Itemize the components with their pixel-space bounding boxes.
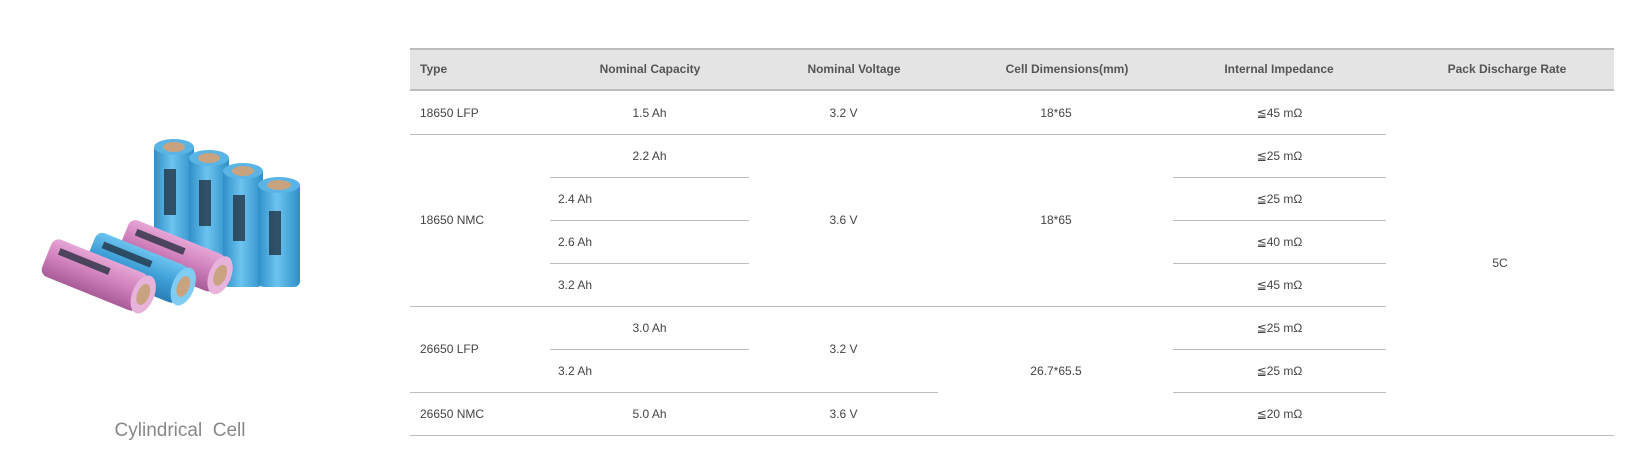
capacity-cell: 3.2 Ah — [558, 277, 593, 292]
row-divider — [550, 177, 749, 178]
capacity-cell: 2.6 Ah — [558, 234, 593, 249]
capacity-cell: 5.0 Ah — [632, 406, 667, 421]
product-panel: Cylindrical Cell — [0, 0, 390, 451]
spec-table: Type Nominal Capacity Nominal Voltage Ce… — [410, 48, 1614, 436]
type-cell: 18650 NMC — [420, 213, 485, 227]
voltage-cell: 3.6 V — [829, 213, 858, 227]
row-divider — [1173, 177, 1386, 178]
dimensions-cell: 18*65 — [1040, 105, 1072, 120]
table-bottom-border — [410, 435, 1614, 436]
dimensions-cell: 26.7*65.5 — [1030, 363, 1082, 378]
product-caption: Cylindrical Cell — [114, 420, 246, 441]
cylindrical-cells-image — [41, 139, 300, 314]
row-divider — [550, 263, 749, 264]
row-divider — [410, 392, 938, 393]
header-internal-impedance: Internal Impedance — [1224, 62, 1334, 76]
capacity-cell: 3.2 Ah — [558, 363, 593, 378]
header-nominal-voltage: Nominal Voltage — [807, 62, 901, 76]
discharge-rate-cell: 5C — [1492, 256, 1508, 270]
impedance-cell: ≦25 mΩ — [1256, 148, 1303, 163]
header-pack-discharge-rate: Pack Discharge Rate — [1447, 62, 1567, 76]
row-divider — [410, 306, 1386, 307]
capacity-cell: 2.4 Ah — [558, 191, 593, 206]
row-divider — [1173, 263, 1386, 264]
row-divider — [550, 349, 749, 350]
impedance-cell: ≦25 mΩ — [1256, 320, 1303, 335]
row-divider — [410, 134, 1386, 135]
header-cell-dimensions: Cell Dimensions(mm) — [1005, 62, 1129, 76]
capacity-cell: 3.0 Ah — [632, 320, 667, 335]
impedance-cell: ≦25 mΩ — [1256, 191, 1303, 206]
impedance-cell: ≦20 mΩ — [1256, 406, 1303, 421]
row-divider — [1173, 220, 1386, 221]
voltage-cell: 3.2 V — [829, 342, 858, 356]
header-type: Type — [420, 62, 448, 76]
capacity-cell: 1.5 Ah — [632, 105, 667, 120]
voltage-cell: 3.2 V — [829, 105, 858, 120]
capacity-cell: 2.2 Ah — [632, 148, 667, 163]
dimensions-cell: 18*65 — [1040, 213, 1072, 227]
impedance-cell: ≦40 mΩ — [1256, 234, 1303, 249]
impedance-cell: ≦25 mΩ — [1256, 363, 1303, 378]
impedance-cell: ≦45 mΩ — [1256, 277, 1303, 292]
row-divider — [1173, 349, 1386, 350]
voltage-cell: 3.6 V — [829, 406, 858, 421]
standing-cell-4 — [258, 177, 300, 287]
type-cell: 18650 LFP — [420, 105, 479, 120]
header-nominal-capacity: Nominal Capacity — [599, 62, 701, 76]
type-cell: 26650 LFP — [420, 342, 479, 356]
row-divider — [550, 220, 749, 221]
impedance-cell: ≦45 mΩ — [1256, 105, 1303, 120]
type-cell: 26650 NMC — [420, 406, 485, 421]
row-divider — [1173, 392, 1386, 393]
